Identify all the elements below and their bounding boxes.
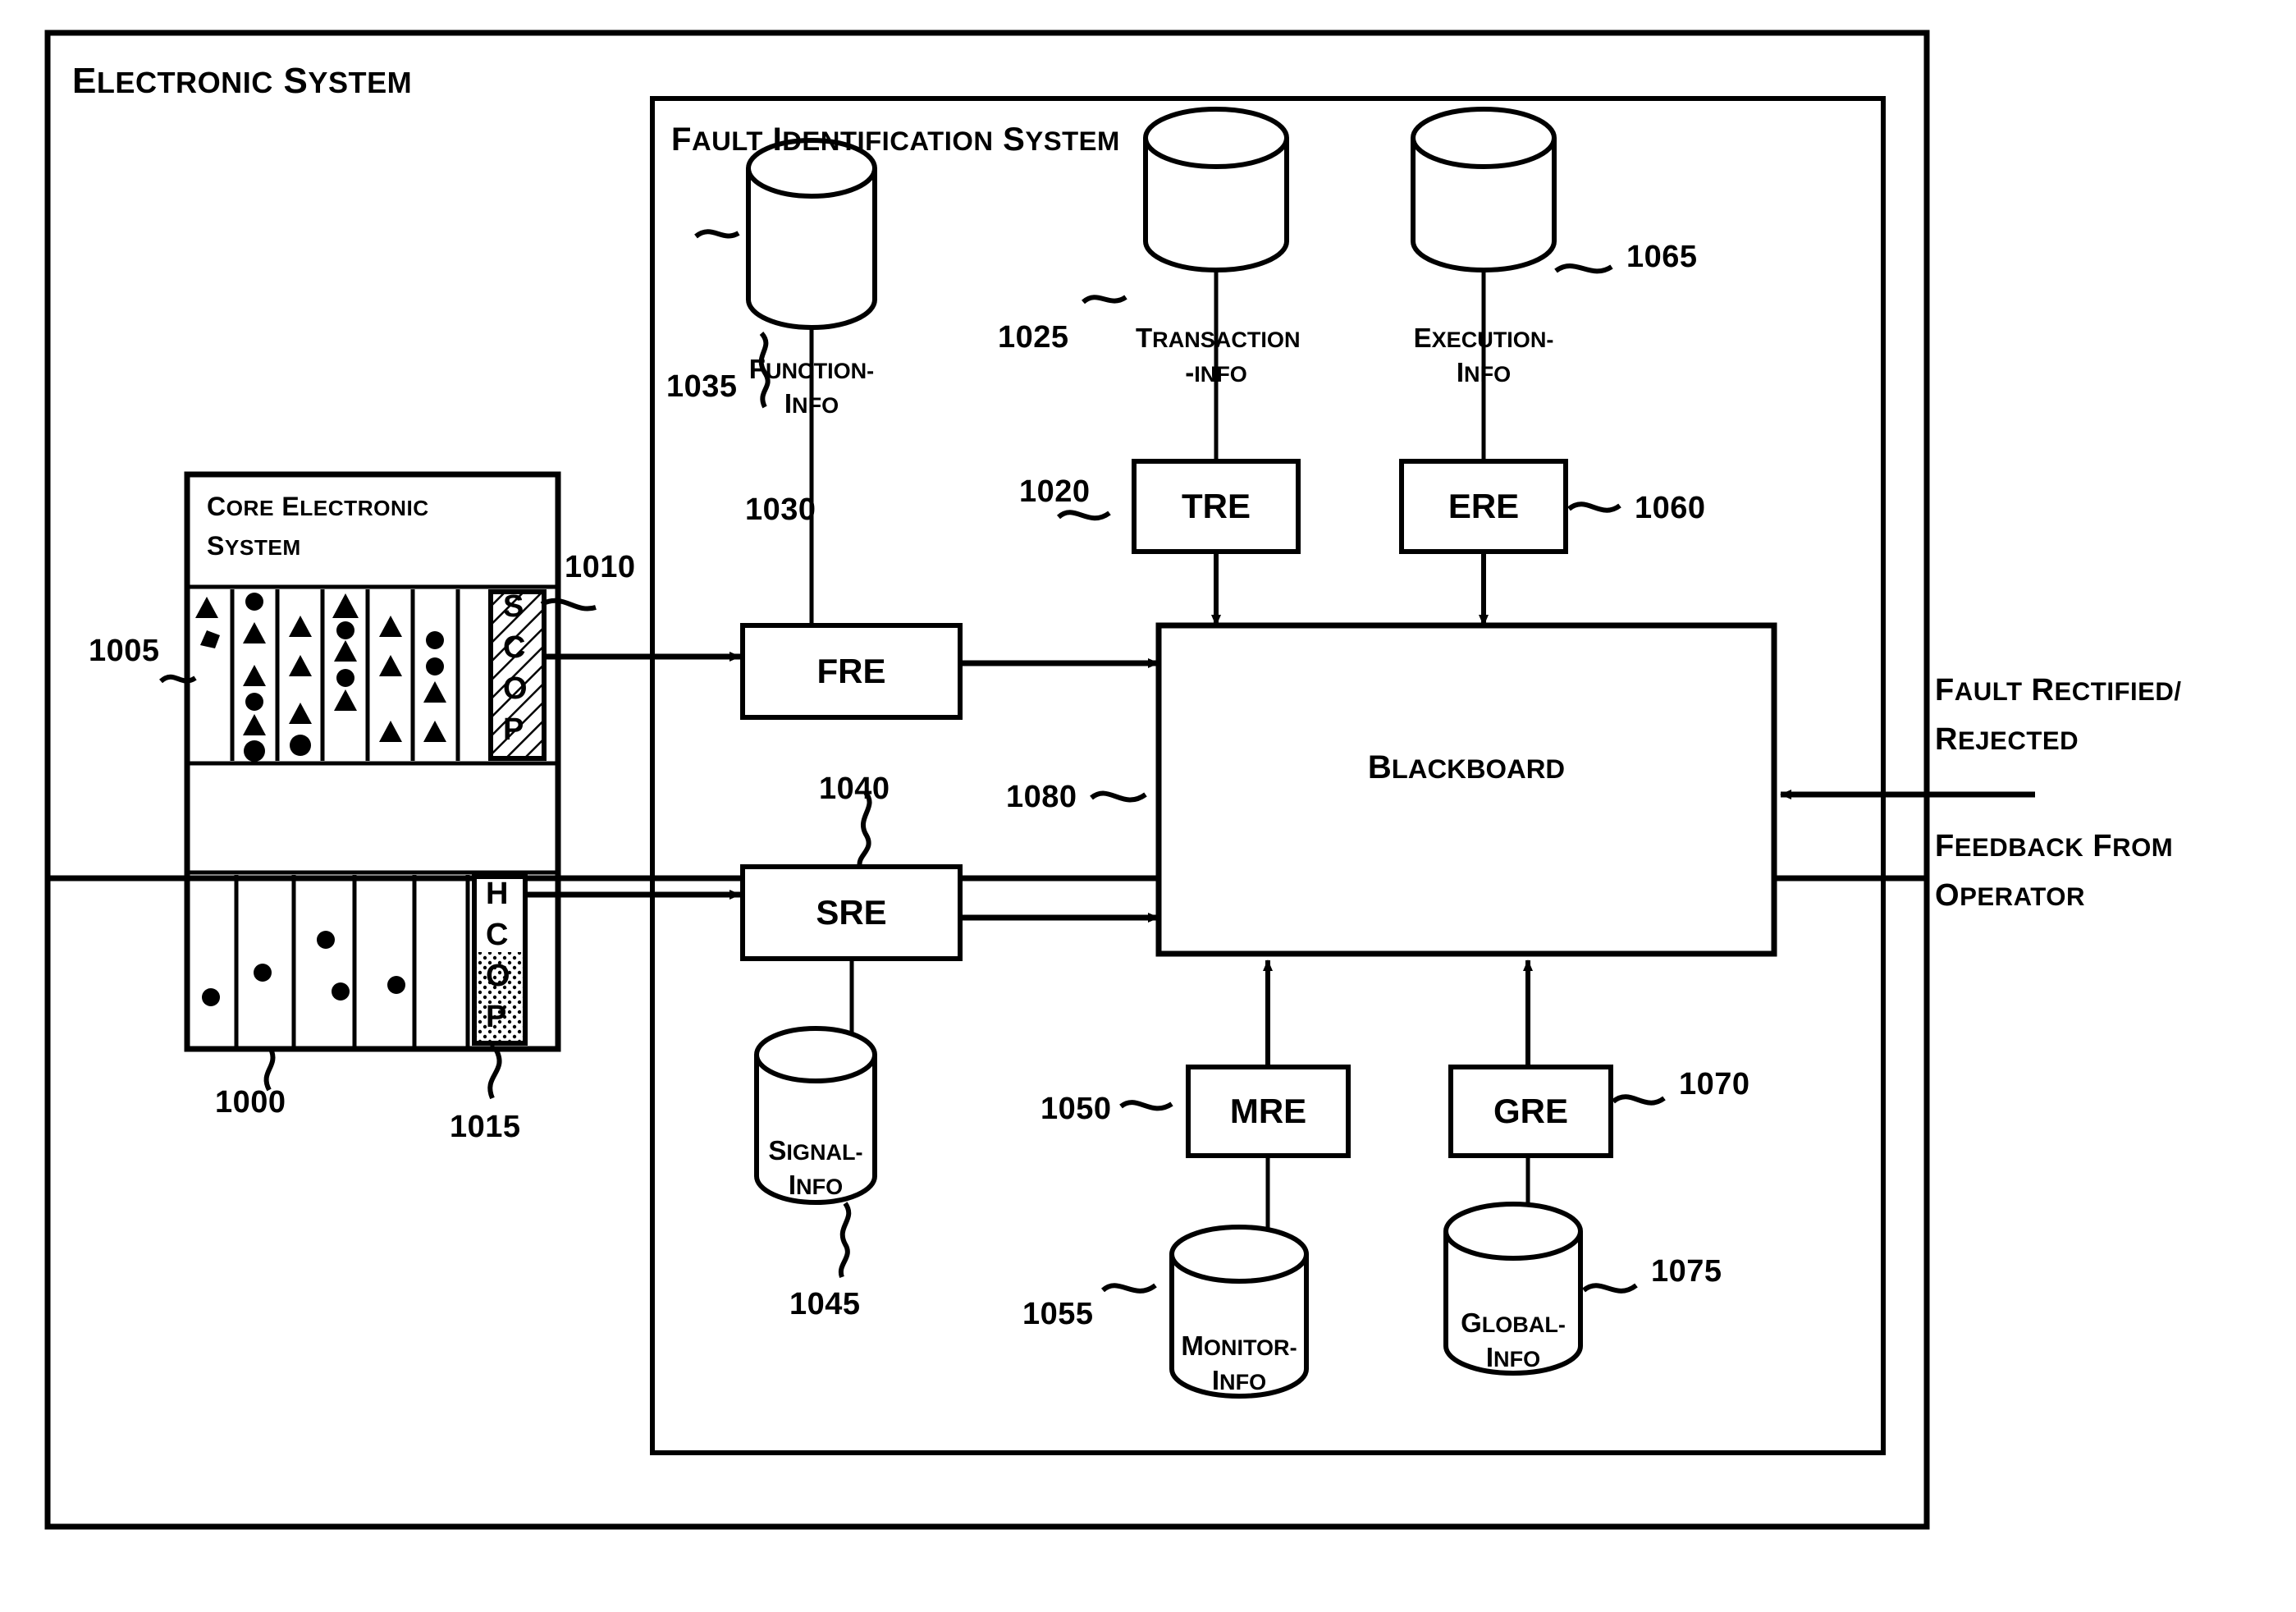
scop-letter-c: C	[503, 630, 526, 665]
patent-figure: ELECTRONIC SYSTEM FAULT IDENTIFICATION S…	[0, 0, 2296, 1612]
ref-1045: 1045	[789, 1287, 861, 1321]
execution-info-cylinder	[1411, 107, 1557, 272]
ref-1010: 1010	[565, 550, 636, 584]
ref-1040: 1040	[819, 772, 890, 806]
mre-label: MRE	[1229, 1092, 1307, 1130]
fault-identification-system-title: FAULT IDENTIFICATION SYSTEM	[671, 121, 1120, 158]
transaction-info-cylinder	[1143, 107, 1289, 272]
signal-info-label: SIGNAL- INFO	[768, 1135, 863, 1200]
ref-1035: 1035	[666, 369, 738, 404]
sre-label: SRE	[816, 893, 887, 932]
hcop-letter-o: O	[486, 959, 511, 993]
hcop-letter-h: H	[486, 877, 509, 911]
tre-label: TRE	[1182, 487, 1251, 525]
leader-1025	[1082, 295, 1127, 305]
ref-1080: 1080	[1006, 780, 1077, 814]
leader-1000	[263, 1047, 276, 1092]
leader-1060	[1567, 501, 1621, 513]
core-top-row-components	[195, 593, 446, 762]
ref-1030: 1030	[745, 492, 816, 527]
leader-1070	[1612, 1094, 1666, 1106]
leader-1035	[694, 229, 740, 239]
ere-label: ERE	[1448, 487, 1520, 525]
core-electronic-system-title-line1: CORE ELECTRONIC	[207, 492, 429, 521]
fre-label: FRE	[816, 652, 886, 690]
diagram-vector-layer	[44, 30, 2035, 1530]
global-info-label: GLOBAL- INFO	[1461, 1307, 1566, 1372]
scop-letter-s: S	[503, 589, 524, 624]
blackboard-label: BLACKBOARD	[1367, 749, 1566, 785]
leader-1075	[1582, 1283, 1638, 1294]
feedback-annotation-line2: OPERATOR	[1935, 878, 2086, 913]
ref-1055: 1055	[1022, 1297, 1094, 1331]
execution-info-label: EXECUTION- INFO	[1413, 323, 1554, 387]
leader-1010	[540, 598, 597, 611]
leader-1045	[838, 1202, 852, 1279]
leader-1005	[159, 674, 197, 684]
leader-1080	[1090, 790, 1147, 803]
monitor-info-label: MONITOR- INFO	[1181, 1330, 1297, 1395]
ref-1065: 1065	[1626, 240, 1698, 274]
transaction-info-label: TRANSACTION -INFO	[1136, 323, 1301, 387]
scop-letter-p: P	[503, 712, 524, 747]
ref-1050: 1050	[1041, 1092, 1112, 1126]
hcop-letter-c: C	[486, 918, 509, 952]
gre-label: GRE	[1493, 1092, 1568, 1130]
fault-rectified-annotation-line2: REJECTED	[1935, 722, 2079, 757]
ref-1015: 1015	[450, 1110, 521, 1144]
core-electronic-system-title-line2: SYSTEM	[207, 531, 301, 561]
function-info-label: FUNCTION- INFO	[748, 354, 875, 419]
leader-1015	[487, 1047, 502, 1100]
ref-1005: 1005	[89, 634, 160, 668]
ref-1060: 1060	[1635, 491, 1706, 525]
leader-1055	[1100, 1283, 1157, 1294]
core-bottom-row-components	[202, 931, 405, 1006]
leader-1065	[1554, 263, 1613, 274]
ref-1070: 1070	[1679, 1067, 1750, 1101]
page-title: ELECTRONIC SYSTEM	[72, 61, 413, 101]
feedback-annotation-line1: FEEDBACK FROM	[1935, 829, 2174, 863]
ref-1075: 1075	[1651, 1254, 1722, 1289]
ref-1020: 1020	[1019, 474, 1091, 509]
hcop-letter-p: P	[486, 1000, 507, 1034]
fault-rectified-annotation-line1: FAULT RECTIFIED/	[1935, 673, 2182, 708]
ref-1025: 1025	[998, 320, 1069, 355]
leader-1020	[1056, 510, 1111, 521]
leader-1050	[1119, 1100, 1173, 1111]
ref-1000: 1000	[215, 1085, 286, 1120]
scop-letter-o: O	[503, 671, 528, 706]
function-info-cylinder	[746, 138, 877, 330]
